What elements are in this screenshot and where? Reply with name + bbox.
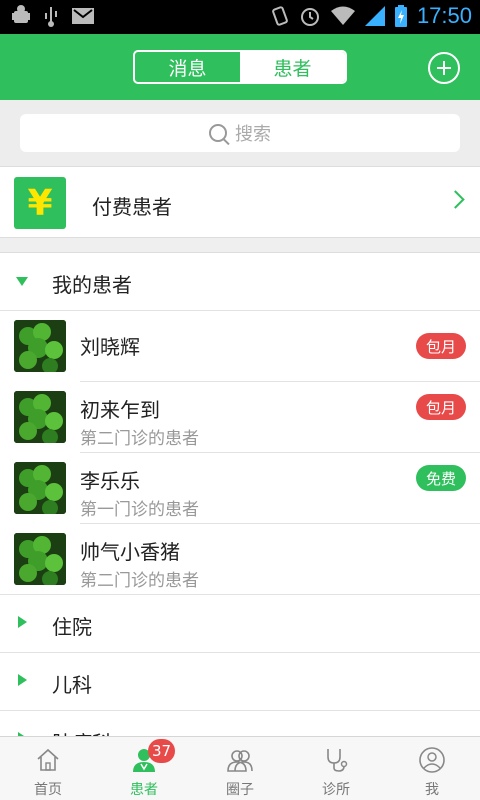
nav-label: 诊所 (322, 782, 350, 798)
patient-row[interactable]: 刘晓辉 包月 (0, 311, 480, 382)
nav-me[interactable]: 我 (384, 737, 480, 800)
patient-name: 李乐乐 (80, 469, 140, 493)
paid-patients-row[interactable]: ¥ 付费患者 (0, 166, 480, 238)
avatar (14, 391, 66, 443)
group-hospitalized[interactable]: 住院 (0, 595, 480, 653)
tab-patients[interactable]: 患者 (240, 52, 345, 82)
search-bar: 搜索 (0, 100, 480, 166)
patient-note: 第一门诊的患者 (80, 500, 199, 520)
group-label: 我的患者 (52, 273, 132, 297)
bottom-nav: 首页 37 患者 圈子 诊所 我 (0, 736, 480, 800)
subscription-badge: 免费 (415, 465, 466, 491)
collapse-arrow-icon (18, 616, 27, 628)
group-oncology[interactable]: 肿瘤科 (0, 711, 480, 736)
nav-label: 首页 (34, 782, 62, 798)
top-bar: 消息 患者 (0, 34, 480, 100)
group-label: 住院 (52, 615, 92, 639)
nav-clinic[interactable]: 诊所 (288, 737, 384, 800)
group-my-patients[interactable]: 我的患者 (0, 253, 480, 311)
patient-row[interactable]: 帅气小香猪 第二门诊的患者 (0, 524, 480, 595)
avatar (14, 533, 66, 585)
patient-name: 初来乍到 (80, 398, 160, 422)
people-icon (227, 750, 253, 772)
patient-list: 我的患者 刘晓辉 包月 初来乍到 第二门诊的患者 包月 李乐乐 第一门诊的患者 … (0, 252, 480, 736)
usb-icon (45, 7, 57, 27)
avatar (14, 320, 66, 372)
group-label: 肿瘤科 (52, 727, 112, 736)
status-bar: 17:50 (0, 0, 480, 34)
group-pediatrics[interactable]: 儿科 (0, 653, 480, 711)
clock-time: 17:50 (416, 3, 472, 28)
chevron-right-icon (446, 190, 465, 209)
subscription-badge: 包月 (415, 394, 466, 420)
add-button[interactable] (428, 52, 460, 84)
android-debug-icon (12, 5, 30, 23)
paid-patients-label: 付费患者 (92, 195, 172, 219)
search-input[interactable]: 搜索 (20, 114, 460, 152)
tab-messages[interactable]: 消息 (135, 52, 240, 82)
unread-badge: 37 (148, 739, 176, 763)
vibrate-icon (272, 6, 288, 26)
yen-icon: ¥ (14, 177, 66, 229)
nav-circle[interactable]: 圈子 (192, 737, 288, 800)
collapse-arrow-icon (18, 674, 27, 686)
user-icon (419, 747, 445, 773)
subscription-badge: 包月 (415, 333, 466, 359)
home-icon (37, 748, 59, 771)
segmented-control: 消息 患者 (133, 50, 347, 84)
patient-note: 第二门诊的患者 (80, 429, 199, 449)
nav-home[interactable]: 首页 (0, 737, 96, 800)
patient-row[interactable]: 李乐乐 第一门诊的患者 免费 (0, 453, 480, 524)
nav-patients[interactable]: 37 患者 (96, 737, 192, 800)
gmail-icon (72, 8, 94, 24)
patient-row[interactable]: 初来乍到 第二门诊的患者 包月 (0, 382, 480, 453)
search-icon (209, 124, 227, 142)
stethoscope-icon (327, 749, 348, 772)
wifi-icon (330, 6, 355, 25)
patient-name: 刘晓辉 (80, 335, 140, 359)
expand-arrow-icon (16, 277, 28, 286)
patient-name: 帅气小香猪 (80, 540, 180, 564)
nav-label: 我 (425, 782, 439, 798)
signal-icon (364, 6, 385, 26)
battery-icon (394, 5, 407, 27)
alarm-icon (300, 8, 319, 26)
patient-note: 第二门诊的患者 (80, 571, 199, 591)
nav-label: 圈子 (226, 782, 254, 798)
avatar (14, 462, 66, 514)
search-placeholder: 搜索 (235, 124, 271, 145)
nav-label: 患者 (130, 782, 158, 798)
group-label: 儿科 (52, 673, 92, 697)
